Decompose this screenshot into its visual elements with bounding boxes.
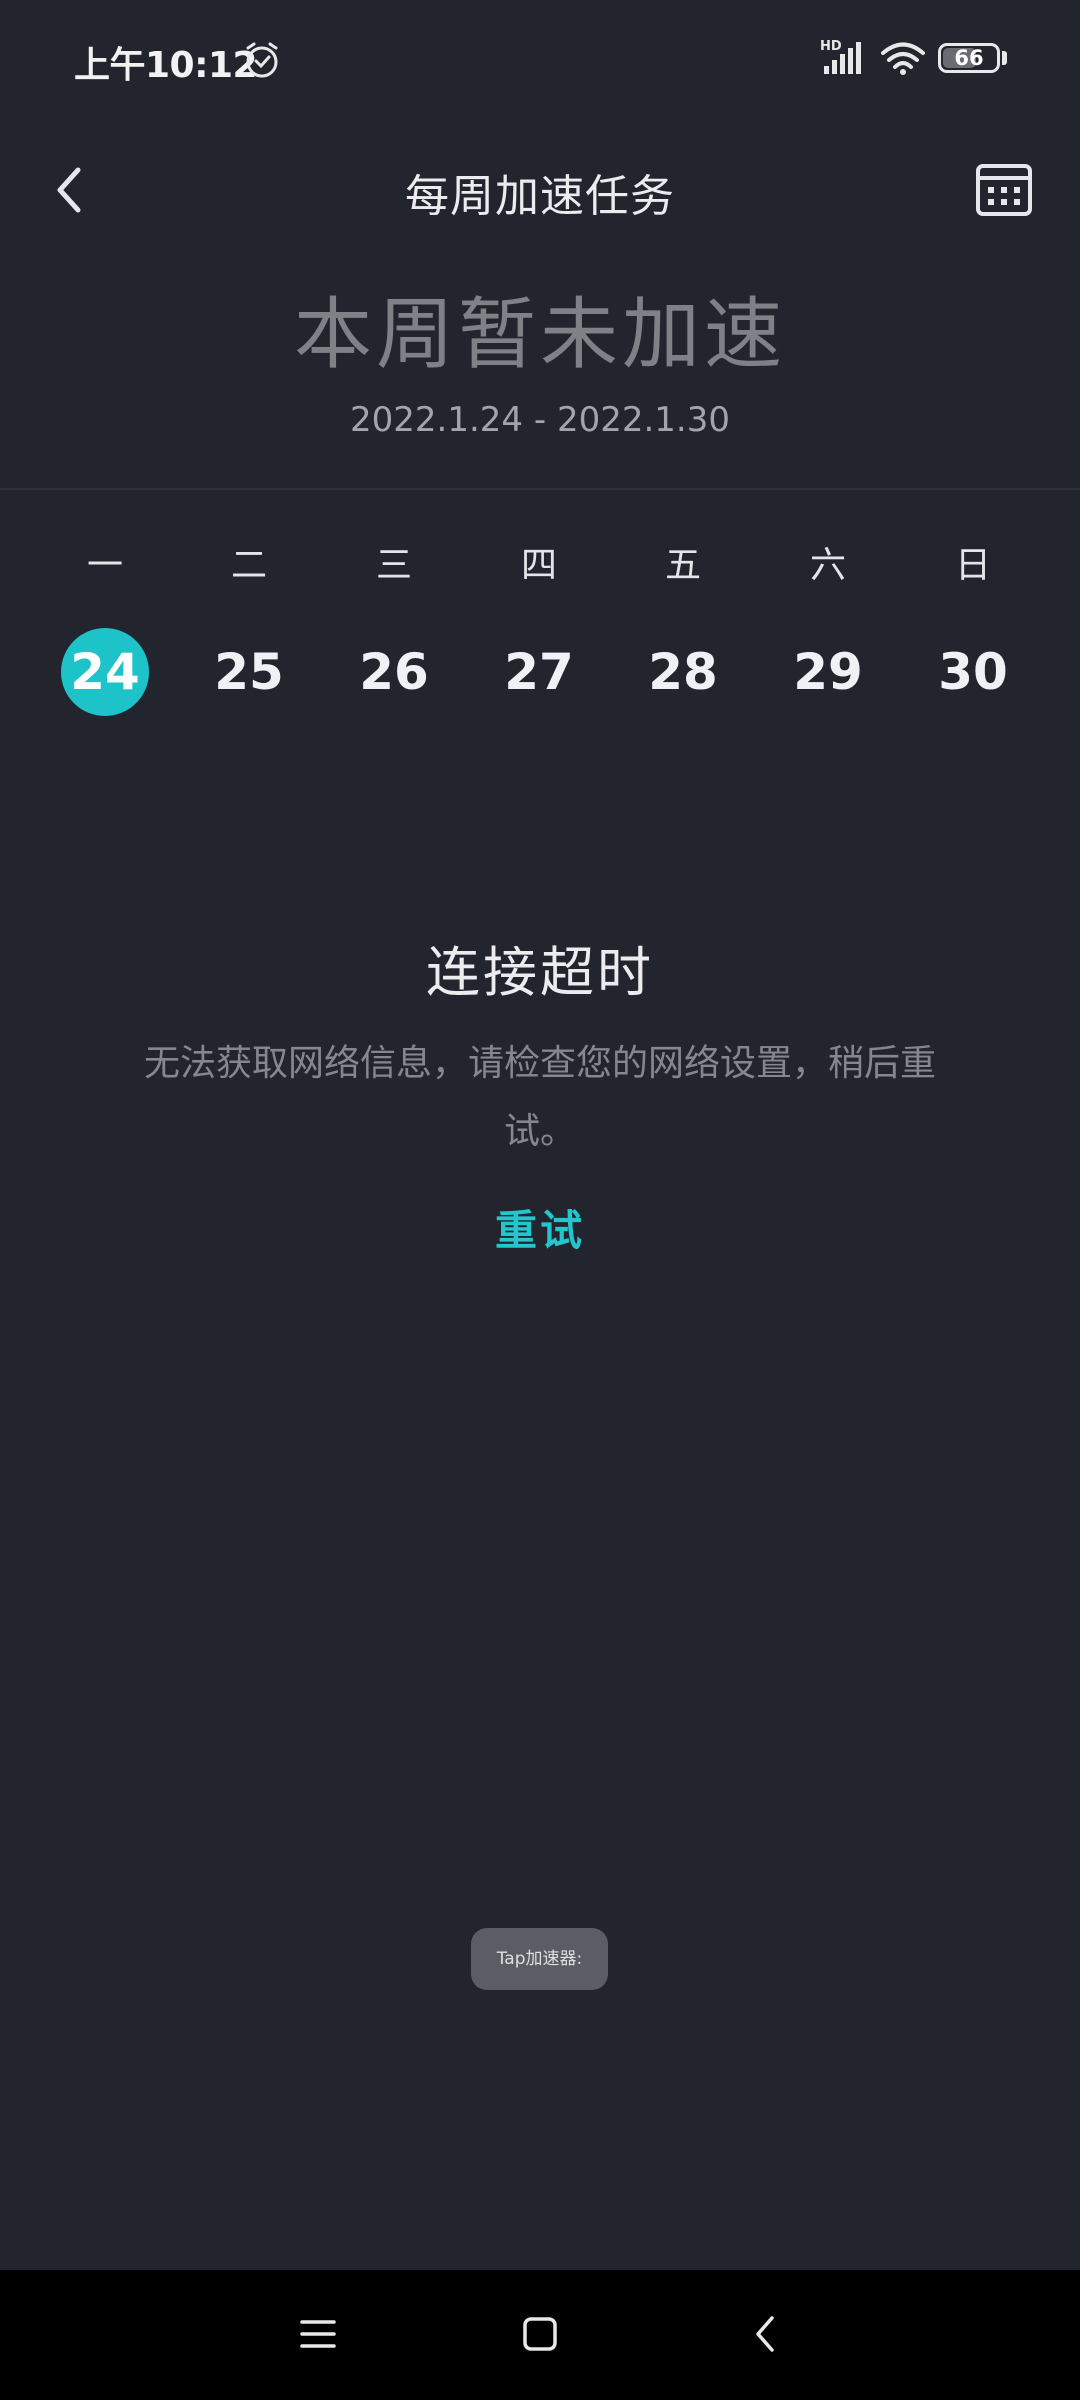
- divider: [0, 488, 1080, 490]
- signal-icon: HD: [820, 39, 861, 74]
- calendar-button[interactable]: [974, 162, 1034, 218]
- header: 每周加速任务: [0, 140, 1080, 236]
- weekday-label: 三: [375, 545, 412, 586]
- date-number: 26: [359, 643, 429, 701]
- status-bar: 上午10:12 HD 66: [0, 0, 1080, 118]
- error-title: 连接超时: [426, 941, 654, 1004]
- week-date-range: 2022.1.24 - 2022.1.30: [350, 400, 730, 440]
- calendar-icon: [976, 164, 1032, 216]
- weekday-label: 四: [520, 545, 557, 586]
- menu-icon[interactable]: [296, 2312, 340, 2356]
- date-number: 28: [648, 643, 718, 701]
- home-icon[interactable]: [518, 2312, 562, 2356]
- error-message: 无法获取网络信息，请检查您的网络设置，稍后重试。: [143, 1043, 936, 1152]
- wifi-icon: [881, 42, 925, 75]
- weekday-label: 二: [230, 545, 267, 586]
- navigation-bar: [0, 2270, 1080, 2400]
- date-number: 24: [70, 643, 140, 701]
- date-cell[interactable]: 27: [484, 626, 594, 718]
- date-number: 30: [938, 643, 1008, 701]
- retry-button[interactable]: 重试: [440, 1196, 640, 1266]
- status-time: 上午10:12: [74, 45, 258, 86]
- date-number: 27: [504, 643, 574, 701]
- battery-level: 66: [954, 46, 984, 70]
- date-cell[interactable]: 26: [339, 626, 449, 718]
- weekday-label: 日: [954, 545, 991, 586]
- date-cell[interactable]: 24: [50, 626, 160, 718]
- network-label: HD: [820, 39, 842, 54]
- page-title: 每周加速任务: [405, 171, 675, 222]
- date-number: 25: [214, 643, 284, 701]
- battery-icon: 66: [938, 43, 1000, 73]
- date-cell[interactable]: 29: [773, 626, 883, 718]
- date-number: 29: [793, 643, 863, 701]
- date-cell[interactable]: 30: [918, 626, 1028, 718]
- weekday-label: 一: [86, 545, 123, 586]
- weekday-label: 六: [809, 545, 846, 586]
- weekday-row: 一 二 三 四 五 六 日: [0, 536, 1080, 596]
- date-cell[interactable]: 28: [628, 626, 738, 718]
- back-icon[interactable]: [744, 2312, 788, 2356]
- date-cell[interactable]: 25: [194, 626, 304, 718]
- toast-message: Tap加速器:: [471, 1928, 608, 1990]
- week-status: 本周暂未加速: [293, 290, 786, 380]
- weekday-label: 五: [664, 545, 701, 586]
- date-row: 24 25 26 27 28 29 30: [0, 626, 1080, 718]
- battery-tip: [1002, 51, 1007, 65]
- alarm-icon: [246, 42, 278, 78]
